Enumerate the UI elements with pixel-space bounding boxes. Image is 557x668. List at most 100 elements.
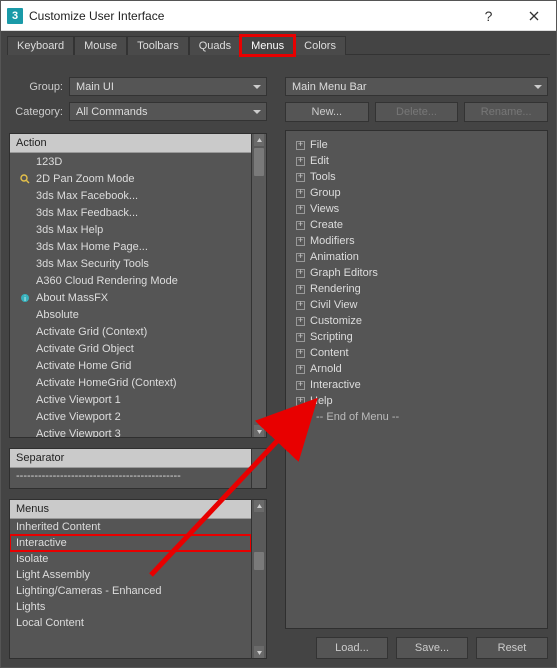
expand-icon[interactable] [296, 237, 305, 246]
list-item[interactable]: 3ds Max Help [10, 221, 251, 238]
scroll-down-icon[interactable] [254, 425, 264, 437]
list-item[interactable]: Activate Grid Object [10, 340, 251, 357]
menu-tree[interactable]: File Edit Tools Group Views Create Modif… [285, 130, 548, 629]
expand-icon[interactable] [296, 189, 305, 198]
menus-list[interactable]: Inherited Content Interactive Isolate Li… [10, 519, 251, 638]
expand-icon[interactable] [296, 205, 305, 214]
action-scrollbar[interactable] [251, 134, 266, 437]
expand-icon[interactable] [296, 221, 305, 230]
menus-scrollbar[interactable] [251, 500, 266, 658]
tree-item[interactable]: Arnold [290, 361, 543, 377]
list-item[interactable]: 3ds Max Feedback... [10, 204, 251, 221]
separator-scrollbar [251, 449, 266, 488]
scroll-up-icon[interactable] [254, 134, 264, 146]
scroll-thumb[interactable] [254, 552, 264, 570]
tree-item[interactable]: Content [290, 345, 543, 361]
group-label: Group: [9, 81, 69, 93]
list-item[interactable]: Active Viewport 1 [10, 391, 251, 408]
action-panel: Action 123D 2D Pan Zoom Mode 3ds Max Fac… [9, 133, 267, 438]
tree-item[interactable]: Modifiers [290, 233, 543, 249]
tree-item[interactable]: Tools [290, 169, 543, 185]
tree-item[interactable]: File [290, 137, 543, 153]
tree-item[interactable]: Help [290, 393, 543, 409]
category-select-value: All Commands [76, 106, 148, 118]
separator-header: Separator [10, 449, 251, 468]
list-item[interactable]: 123D [10, 153, 251, 170]
tree-item[interactable]: Create [290, 217, 543, 233]
list-item[interactable]: Light Assembly [10, 567, 251, 583]
tree-item[interactable]: Interactive [290, 377, 543, 393]
tree-item[interactable]: Customize [290, 313, 543, 329]
list-item[interactable]: 3ds Max Home Page... [10, 238, 251, 255]
scroll-thumb[interactable] [254, 148, 264, 176]
separator-item[interactable]: ----------------------------------------… [10, 468, 251, 484]
expand-icon[interactable] [296, 269, 305, 278]
menu-bar-value: Main Menu Bar [292, 81, 367, 93]
list-item[interactable]: A360 Cloud Rendering Mode [10, 272, 251, 289]
expand-icon[interactable] [296, 285, 305, 294]
menus-header: Menus [10, 500, 251, 519]
window-title: Customize User Interface [29, 9, 466, 23]
tree-item[interactable]: Scripting [290, 329, 543, 345]
expand-icon[interactable] [296, 253, 305, 262]
tab-bar: Keyboard Mouse Toolbars Quads Menus Colo… [1, 31, 556, 54]
tree-item[interactable]: Group [290, 185, 543, 201]
new-button[interactable]: New... [285, 102, 369, 122]
list-item[interactable]: Active Viewport 3 [10, 425, 251, 437]
list-item[interactable]: 3ds Max Facebook... [10, 187, 251, 204]
list-item[interactable]: Activate Grid (Context) [10, 323, 251, 340]
tab-keyboard[interactable]: Keyboard [7, 36, 74, 55]
action-header[interactable]: Action [10, 134, 251, 153]
tab-toolbars[interactable]: Toolbars [127, 36, 189, 55]
end-of-menu: -- End of Menu -- [290, 409, 543, 425]
action-list[interactable]: 123D 2D Pan Zoom Mode 3ds Max Facebook..… [10, 153, 251, 437]
list-item[interactable]: Absolute [10, 306, 251, 323]
list-item[interactable]: Isolate [10, 551, 251, 567]
expand-icon[interactable] [296, 157, 305, 166]
tree-item[interactable]: Graph Editors [290, 265, 543, 281]
expand-icon[interactable] [296, 301, 305, 310]
list-item[interactable]: Active Viewport 2 [10, 408, 251, 425]
help-button[interactable]: ? [466, 1, 511, 30]
list-item[interactable]: Inherited Content [10, 519, 251, 535]
scroll-down-icon[interactable] [254, 646, 264, 658]
category-select[interactable]: All Commands [69, 102, 267, 121]
list-item[interactable]: Activate Home Grid [10, 357, 251, 374]
list-item[interactable]: Local Content [10, 615, 251, 631]
expand-icon[interactable] [296, 173, 305, 182]
expand-icon[interactable] [296, 141, 305, 150]
tree-item[interactable]: Edit [290, 153, 543, 169]
separator-panel: Separator ------------------------------… [9, 448, 267, 489]
delete-button: Delete... [375, 102, 459, 122]
close-button[interactable] [511, 1, 556, 30]
reset-button[interactable]: Reset [476, 637, 548, 659]
list-item[interactable]: i About MassFX [10, 289, 251, 306]
expand-icon[interactable] [296, 333, 305, 342]
scroll-up-icon[interactable] [254, 500, 264, 512]
list-item[interactable]: Activate HomeGrid (Context) [10, 374, 251, 391]
list-item[interactable]: 2D Pan Zoom Mode [10, 170, 251, 187]
expand-icon[interactable] [296, 317, 305, 326]
menu-bar-select[interactable]: Main Menu Bar [285, 77, 548, 96]
expand-icon[interactable] [296, 365, 305, 374]
rename-button: Rename... [464, 102, 548, 122]
tree-item[interactable]: Civil View [290, 297, 543, 313]
tree-item[interactable]: Animation [290, 249, 543, 265]
expand-icon[interactable] [296, 397, 305, 406]
tab-mouse[interactable]: Mouse [74, 36, 127, 55]
tab-colors[interactable]: Colors [294, 36, 346, 55]
save-button[interactable]: Save... [396, 637, 468, 659]
tree-item[interactable]: Rendering [290, 281, 543, 297]
tree-item[interactable]: Views [290, 201, 543, 217]
load-button[interactable]: Load... [316, 637, 388, 659]
menus-panel: Menus Inherited Content Interactive Isol… [9, 499, 267, 659]
tab-menus[interactable]: Menus [241, 36, 294, 55]
list-item[interactable]: 3ds Max Security Tools [10, 255, 251, 272]
list-item[interactable]: Lights [10, 599, 251, 615]
group-select[interactable]: Main UI [69, 77, 267, 96]
expand-icon[interactable] [296, 349, 305, 358]
tab-quads[interactable]: Quads [189, 36, 241, 55]
expand-icon[interactable] [296, 381, 305, 390]
list-item-interactive[interactable]: Interactive [10, 535, 251, 551]
list-item[interactable]: Lighting/Cameras - Enhanced [10, 583, 251, 599]
